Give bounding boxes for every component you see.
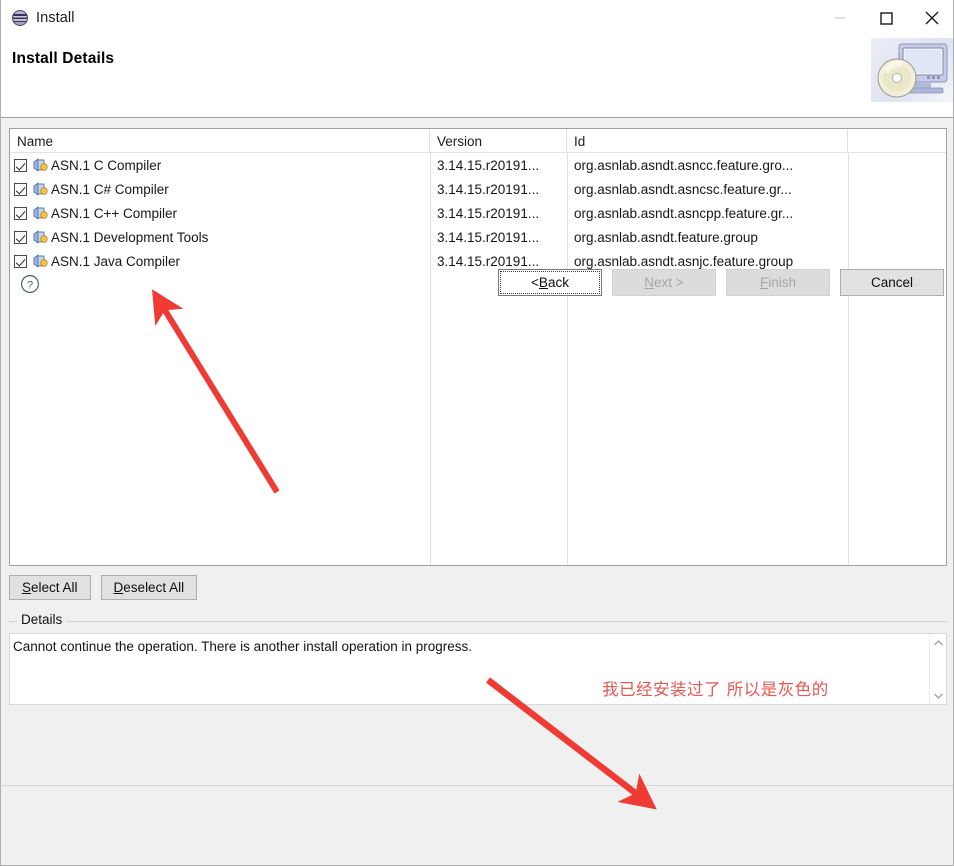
cell-version: 3.14.15.r20191... — [437, 181, 540, 197]
window-title: Install — [36, 10, 75, 26]
annotation-chinese-note: 我已经安装过了 所以是灰色的 — [602, 680, 829, 699]
feature-name: ASN.1 Development Tools — [51, 229, 209, 245]
feature-group-icon — [32, 205, 48, 221]
svg-text:?: ? — [27, 279, 33, 291]
monitor-with-cd-icon — [871, 38, 953, 102]
window-controls — [817, 0, 953, 36]
back-button[interactable]: < Back — [498, 269, 602, 296]
column-header-version[interactable]: Version — [430, 129, 567, 153]
details-label: Details — [17, 612, 68, 627]
page-title: Install Details — [12, 50, 115, 67]
cell-id: org.asnlab.asndt.asncc.feature.gro... — [574, 157, 794, 173]
table-body: ASN.1 C Compiler 3.14.15.r20191... org.a… — [10, 153, 946, 273]
row-checkbox[interactable] — [14, 230, 27, 244]
deselect-all-button[interactable]: Deselect All — [100, 575, 198, 600]
feature-group-icon — [32, 181, 48, 197]
cell-name: ASN.1 C++ Compiler — [10, 201, 430, 225]
finish-button[interactable]: Finish — [726, 269, 830, 296]
minimize-button[interactable] — [817, 0, 863, 36]
select-all-mnemonic: S — [22, 580, 32, 595]
feature-group-icon — [32, 157, 48, 173]
feature-name: ASN.1 Java Compiler — [51, 253, 181, 269]
column-header-extra[interactable] — [848, 129, 946, 153]
table-row[interactable]: ASN.1 C# Compiler 3.14.15.r20191... org.… — [10, 177, 946, 201]
chevron-up-icon[interactable] — [930, 634, 946, 651]
feature-group-icon — [32, 253, 48, 269]
cell-name: ASN.1 Java Compiler — [10, 249, 430, 273]
cell-version: 3.14.15.r20191... — [437, 157, 540, 173]
back-mnemonic: B — [538, 275, 548, 290]
column-header-id[interactable]: Id — [567, 129, 848, 153]
table-header-row: Name Version Id — [10, 129, 946, 153]
cell-version: 3.14.15.r20191... — [437, 205, 540, 221]
cancel-label: Cancel — [870, 275, 914, 290]
cell-version: 3.14.15.r20191... — [437, 229, 540, 245]
feature-name: ASN.1 C Compiler — [51, 157, 162, 173]
details-group-line — [9, 621, 947, 622]
details-message: Cannot continue the operation. There is … — [13, 639, 473, 654]
table-row[interactable]: ASN.1 C Compiler 3.14.15.r20191... org.a… — [10, 153, 946, 177]
select-all-label: elect All — [31, 580, 78, 595]
features-table[interactable]: Name Version Id ASN.1 C Compiler 3.14.15… — [9, 128, 947, 566]
eclipse-globe-icon — [12, 10, 28, 26]
cell-id: org.asnlab.asndt.asncsc.feature.gr... — [574, 181, 792, 197]
cell-id: org.asnlab.asndt.feature.group — [574, 229, 758, 245]
column-header-name[interactable]: Name — [10, 129, 430, 153]
row-checkbox[interactable] — [14, 158, 27, 172]
cell-name: ASN.1 C Compiler — [10, 153, 430, 177]
row-checkbox[interactable] — [14, 206, 27, 220]
next-label: ext > — [654, 275, 684, 290]
cell-name: ASN.1 C# Compiler — [10, 177, 430, 201]
feature-group-icon — [32, 229, 48, 245]
selection-button-row: Select All Deselect All — [9, 575, 198, 600]
maximize-button[interactable] — [863, 0, 909, 36]
table-row[interactable]: ASN.1 Development Tools 3.14.15.r20191..… — [10, 225, 946, 249]
cell-name: ASN.1 Development Tools — [10, 225, 430, 249]
help-question-icon[interactable]: ? — [20, 274, 40, 294]
details-scrollbar[interactable] — [929, 634, 946, 704]
deselect-all-mnemonic: D — [113, 580, 124, 595]
feature-name: ASN.1 C++ Compiler — [51, 205, 178, 221]
wizard-nav-buttons: < Back Next > Finish Cancel — [498, 269, 944, 296]
close-button[interactable] — [909, 0, 953, 36]
row-checkbox[interactable] — [14, 254, 27, 268]
finish-mnemonic: F — [759, 275, 769, 290]
cancel-button[interactable]: Cancel — [840, 269, 944, 296]
select-all-button[interactable]: Select All — [9, 575, 91, 600]
next-button[interactable]: Next > — [612, 269, 716, 296]
wizard-banner: Install Details — [1, 36, 953, 118]
finish-label: inish — [768, 275, 796, 290]
wizard-body: Name Version Id ASN.1 C Compiler 3.14.15… — [1, 119, 953, 865]
back-label: ack — [547, 275, 569, 290]
deselect-all-label: eselect All — [123, 580, 185, 595]
row-checkbox[interactable] — [14, 182, 27, 196]
footer-separator — [2, 785, 953, 786]
cell-id: org.asnlab.asndt.asncpp.feature.gr... — [574, 205, 794, 221]
details-group: Details Cannot continue the operation. T… — [9, 612, 947, 734]
feature-name: ASN.1 C# Compiler — [51, 181, 169, 197]
chevron-down-icon[interactable] — [930, 687, 946, 704]
window-titlebar: Install — [1, 0, 953, 36]
back-prefix: < — [531, 275, 539, 290]
table-row[interactable]: ASN.1 C++ Compiler 3.14.15.r20191... org… — [10, 201, 946, 225]
next-mnemonic: N — [644, 275, 655, 290]
install-wizard-window: Install Install Details Name Version Id … — [0, 0, 954, 866]
